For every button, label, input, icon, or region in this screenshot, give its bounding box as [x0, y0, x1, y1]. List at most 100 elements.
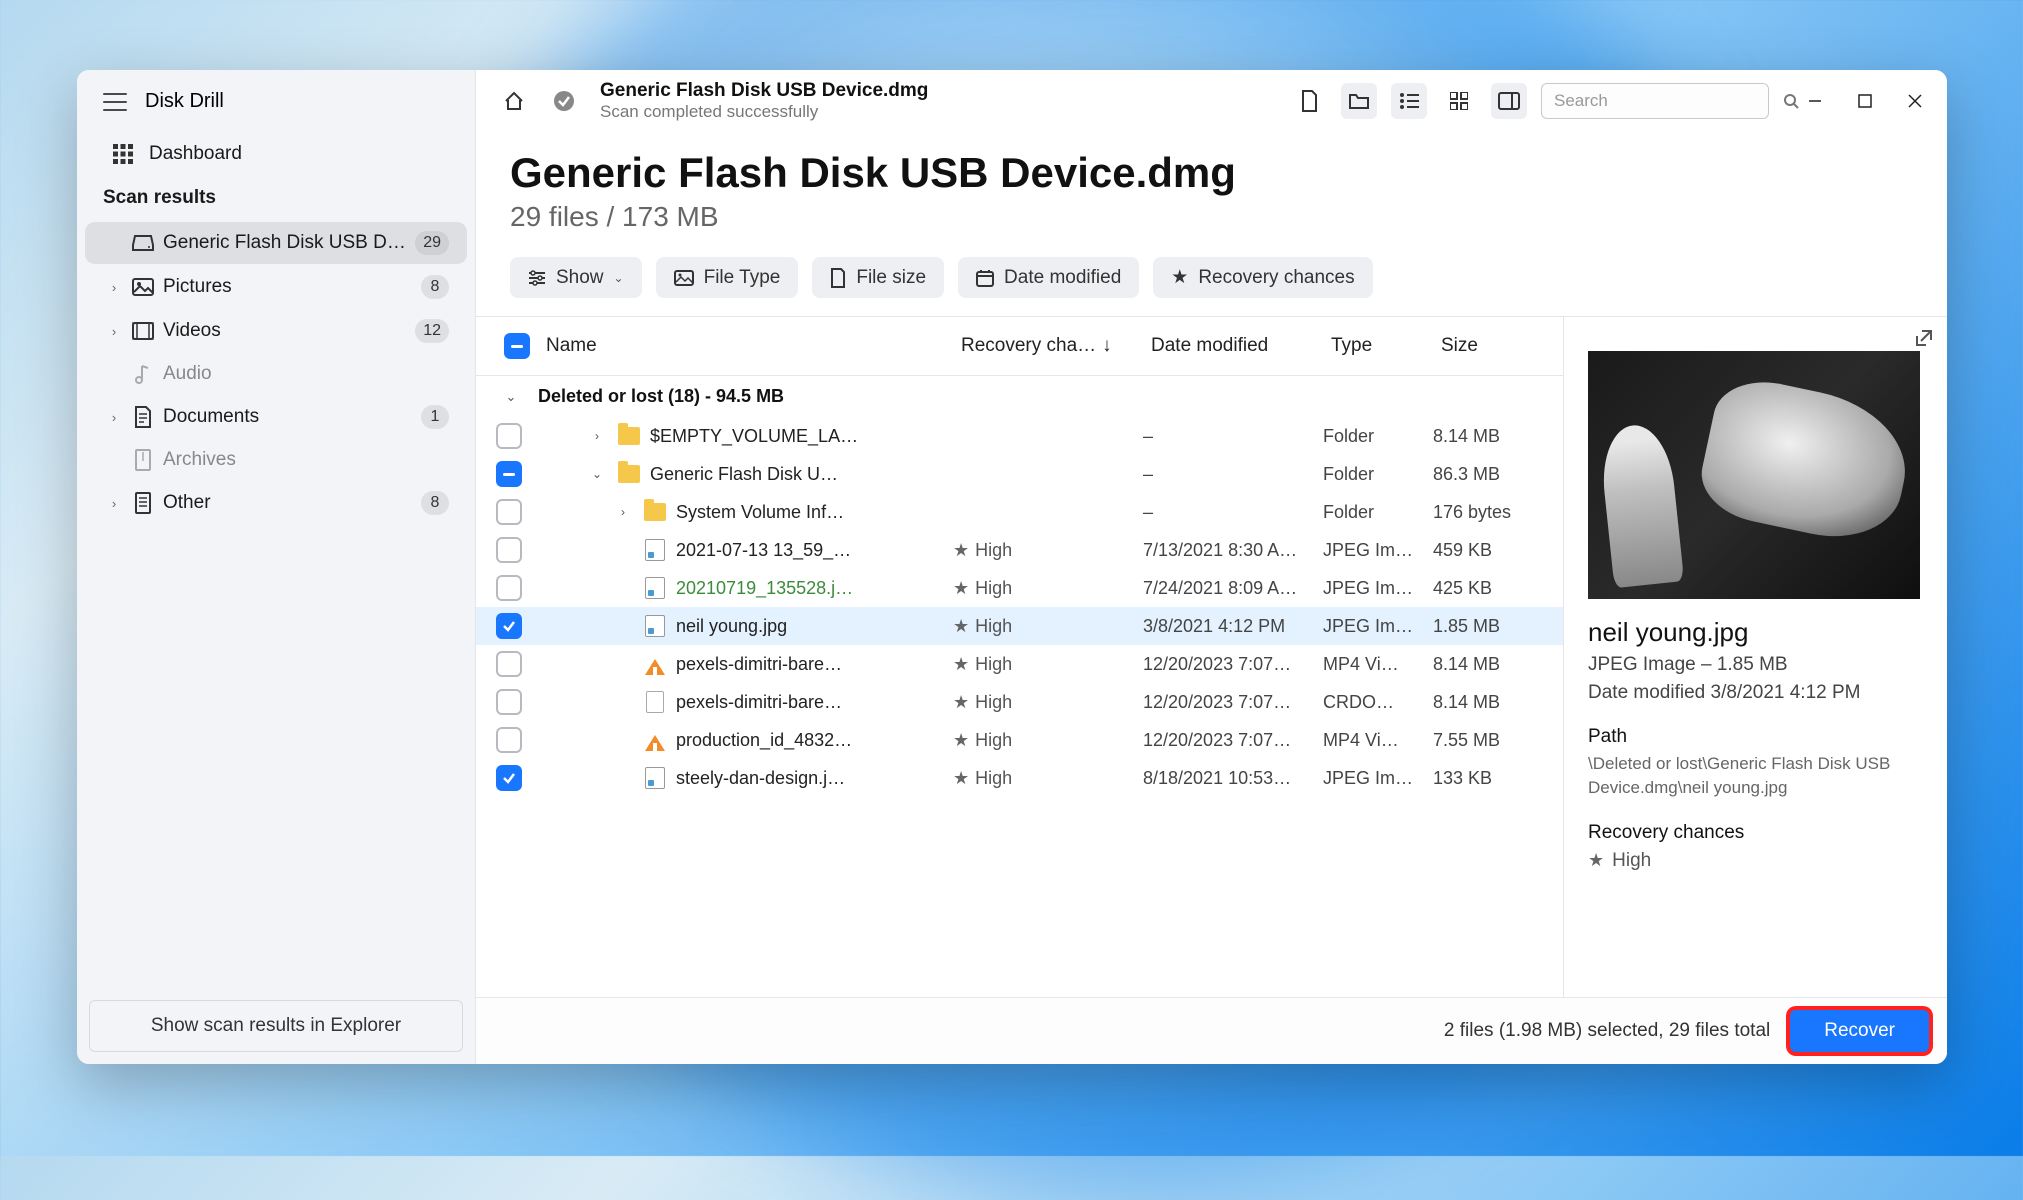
select-all-checkbox[interactable] — [504, 333, 530, 359]
img-icon — [644, 539, 666, 561]
type-value: MP4 Vi… — [1323, 654, 1433, 675]
table-row[interactable]: steely-dan-design.j… ★High 8/18/2021 10:… — [476, 759, 1563, 797]
row-checkbox[interactable] — [496, 651, 522, 677]
table-body[interactable]: ⌄ Deleted or lost (18) - 94.5 MB › $EMPT… — [476, 376, 1563, 997]
filter-filesize-button[interactable]: File size — [812, 257, 944, 298]
size-value: 8.14 MB — [1433, 426, 1543, 447]
sidebar-item-audio[interactable]: Audio — [85, 354, 467, 394]
toolbar-title: Generic Flash Disk USB Device.dmg — [600, 80, 928, 102]
date-value: 12/20/2023 7:07… — [1143, 654, 1323, 675]
recovery-value: High — [975, 654, 1012, 675]
row-checkbox[interactable] — [496, 537, 522, 563]
sidebar-item-archives[interactable]: Archives — [85, 440, 467, 480]
table-row[interactable]: pexels-dimitri-bare… ★High 12/20/2023 7:… — [476, 645, 1563, 683]
star-icon: ★ — [1588, 850, 1604, 871]
chevron-right-icon[interactable]: › — [105, 410, 123, 425]
table-header: Name Recovery cha…↓ Date modified Type S… — [476, 317, 1563, 376]
music-icon — [131, 364, 155, 384]
sidebar-item-label: Documents — [163, 406, 413, 428]
star-icon: ★ — [953, 730, 969, 751]
row-checkbox[interactable] — [496, 613, 522, 639]
file-name: pexels-dimitri-bare… — [676, 654, 842, 675]
sidebar-header: Disk Drill — [77, 70, 475, 133]
sidebar-item-label: Dashboard — [149, 143, 242, 165]
table-row[interactable]: neil young.jpg ★High 3/8/2021 4:12 PM JP… — [476, 607, 1563, 645]
grid-view-icon[interactable] — [1441, 83, 1477, 119]
table-row[interactable]: pexels-dimitri-bare… ★High 12/20/2023 7:… — [476, 683, 1563, 721]
table-row[interactable]: 2021-07-13 13_59_… ★High 7/13/2021 8:30 … — [476, 531, 1563, 569]
minimize-button[interactable] — [1803, 89, 1827, 113]
table-row[interactable]: › System Volume Inf… – Folder 176 bytes — [476, 493, 1563, 531]
filter-recovery-button[interactable]: ★ Recovery chances — [1153, 257, 1372, 298]
video-icon — [644, 729, 666, 751]
filter-date-button[interactable]: Date modified — [958, 257, 1139, 298]
folder-view-icon[interactable] — [1341, 83, 1377, 119]
maximize-button[interactable] — [1853, 89, 1877, 113]
close-button[interactable] — [1903, 89, 1927, 113]
table-row[interactable]: ⌄ Generic Flash Disk U… – Folder 86.3 MB — [476, 455, 1563, 493]
row-checkbox[interactable] — [496, 499, 522, 525]
open-external-icon[interactable] — [1915, 329, 1933, 347]
list-view-icon[interactable] — [1391, 83, 1427, 119]
grid-icon — [113, 144, 133, 164]
row-checkbox[interactable] — [496, 727, 522, 753]
sidebar-item-documents[interactable]: › Documents 1 — [85, 396, 467, 438]
filter-show-button[interactable]: Show ⌄ — [510, 257, 642, 298]
hamburger-icon[interactable] — [103, 93, 127, 111]
content-split: Name Recovery cha…↓ Date modified Type S… — [476, 316, 1947, 997]
table-row[interactable]: production_id_4832… ★ High 12/20/2023 7:0… — [476, 721, 1563, 759]
chevron-right-icon[interactable]: › — [105, 280, 123, 295]
chevron-down-icon[interactable]: ⌄ — [496, 389, 526, 405]
table-row[interactable]: › $EMPTY_VOLUME_LA… – Folder 8.14 MB — [476, 417, 1563, 455]
sidebar-item-other[interactable]: › Other 8 — [85, 482, 467, 524]
group-header[interactable]: ⌄ Deleted or lost (18) - 94.5 MB — [476, 376, 1563, 417]
recover-button[interactable]: Recover — [1790, 1010, 1929, 1052]
col-header-size[interactable]: Size — [1433, 329, 1543, 363]
home-icon[interactable] — [496, 83, 532, 119]
sidebar-item-pictures[interactable]: › Pictures 8 — [85, 266, 467, 308]
col-header-type[interactable]: Type — [1323, 329, 1433, 363]
type-value: CRDO… — [1323, 692, 1433, 713]
search-input[interactable] — [1541, 83, 1769, 119]
filter-label: Show — [556, 267, 604, 289]
recovery-value: High — [975, 540, 1012, 561]
chevron-right-icon[interactable]: › — [105, 324, 123, 339]
show-in-explorer-button[interactable]: Show scan results in Explorer — [89, 1000, 463, 1052]
size-value: 133 KB — [1433, 768, 1543, 789]
recovery-value: High — [975, 578, 1012, 599]
search-field[interactable] — [1554, 91, 1775, 111]
star-icon: ★ — [1171, 266, 1188, 289]
type-value: Folder — [1323, 502, 1433, 523]
row-checkbox[interactable] — [496, 423, 522, 449]
chevron-icon[interactable]: › — [586, 429, 608, 443]
chevron-right-icon[interactable]: › — [105, 496, 123, 511]
row-checkbox[interactable] — [496, 461, 522, 487]
type-value: JPEG Im… — [1323, 540, 1433, 561]
sidebar-item-device[interactable]: Generic Flash Disk USB D… 29 — [85, 222, 467, 264]
type-value: MP4 Vi… — [1323, 730, 1433, 751]
file-view-icon[interactable] — [1291, 83, 1327, 119]
file-name: $EMPTY_VOLUME_LA… — [650, 426, 858, 447]
chevron-icon[interactable]: › — [612, 505, 634, 519]
panel-view-icon[interactable] — [1491, 83, 1527, 119]
col-header-name[interactable]: Name — [538, 329, 953, 363]
col-header-date[interactable]: Date modified — [1143, 329, 1323, 363]
chevron-icon[interactable]: ⌄ — [586, 467, 608, 481]
file-name: 20210719_135528.j… — [676, 578, 853, 599]
row-checkbox[interactable] — [496, 765, 522, 791]
filter-filetype-button[interactable]: File Type — [656, 257, 799, 298]
row-checkbox[interactable] — [496, 575, 522, 601]
file-name: neil young.jpg — [676, 616, 787, 637]
date-value: 12/20/2023 7:07… — [1143, 730, 1323, 751]
table-row[interactable]: 20210719_135528.j… ★High 7/24/2021 8:09 … — [476, 569, 1563, 607]
row-checkbox[interactable] — [496, 689, 522, 715]
sidebar-item-label: Archives — [163, 449, 449, 471]
sidebar-item-label: Audio — [163, 363, 449, 385]
recovery-value: High — [975, 730, 1012, 751]
sidebar-item-videos[interactable]: › Videos 12 — [85, 310, 467, 352]
check-circle-icon — [546, 83, 582, 119]
file-name: production_id_4832… — [676, 730, 852, 751]
filter-label: Recovery chances — [1198, 267, 1354, 289]
col-header-recovery[interactable]: Recovery cha…↓ — [953, 329, 1143, 363]
sidebar-item-dashboard[interactable]: Dashboard — [77, 133, 475, 175]
